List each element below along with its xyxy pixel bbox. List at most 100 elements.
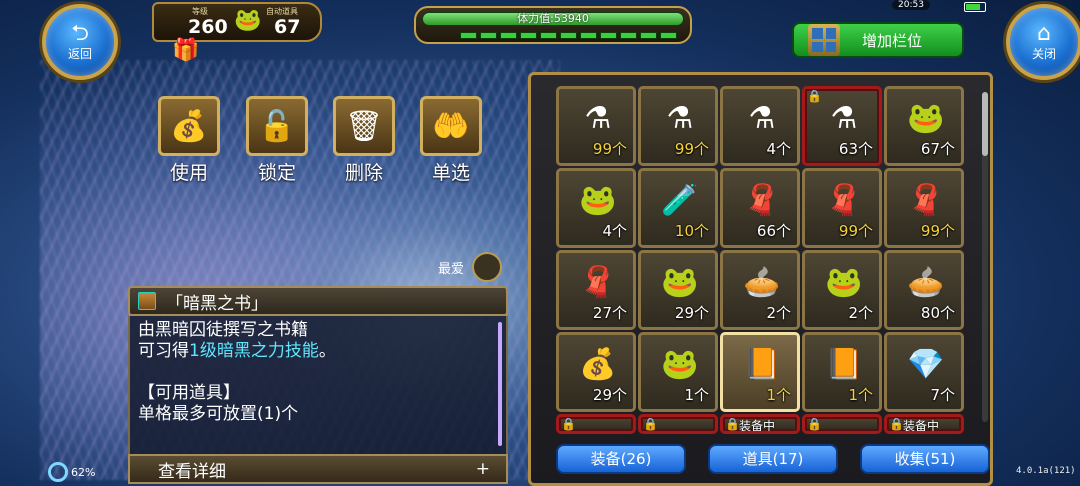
view-details-label: 查看详细: [158, 461, 226, 482]
back-button[interactable]: ⮌ 返回: [42, 4, 118, 80]
yellow-potion-icon: ⚗: [830, 101, 858, 136]
view-details-button[interactable]: 查看详细 +: [128, 454, 508, 484]
lock-icon: 🔒: [725, 417, 740, 431]
inventory-slot[interactable]: 🐸 29个: [638, 250, 718, 330]
tab-collection[interactable]: 收集(51): [860, 444, 990, 474]
stamina-segments: [460, 32, 677, 39]
battery-icon: [964, 2, 986, 12]
blue-crystal-icon: 💎: [907, 347, 945, 382]
inventory-slot[interactable]: 🔒 装备中: [884, 414, 964, 434]
desc-scrollbar[interactable]: [498, 322, 502, 446]
item-count: 7个: [930, 386, 955, 404]
frog-pot-icon: 🐸: [579, 183, 617, 218]
item-count: 29个: [592, 386, 627, 404]
home-icon: ⌂: [1037, 20, 1051, 46]
pouch-icon: 💰: [579, 347, 617, 382]
item-count: 63个: [838, 140, 873, 158]
inventory-slot[interactable]: ⚗ 4个: [720, 86, 800, 166]
inventory-slot[interactable]: 🔒 装备中: [720, 414, 800, 434]
inventory-tabs: 装备(26) 道具(17) 收集(51): [556, 444, 990, 474]
close-button[interactable]: ⌂ 关闭: [1006, 4, 1080, 80]
desc-line-2: 可习得1级暗黑之力技能。: [138, 341, 336, 361]
frog-pot-icon: 🐸: [907, 101, 945, 136]
inventory-slot[interactable]: 🔒: [556, 414, 636, 434]
inventory-slot[interactable]: 📙 1个: [720, 332, 800, 412]
blue-scarf-icon: 🧣: [579, 265, 617, 300]
use-button[interactable]: 💰 使用: [156, 96, 222, 185]
green-flask-icon: 🧪: [661, 183, 699, 218]
inventory-slot[interactable]: 🧣 27个: [556, 250, 636, 330]
inventory-slot[interactable]: ⚗ 99个: [556, 86, 636, 166]
inventory-slot[interactable]: 🧣 99个: [884, 168, 964, 248]
inventory-slot[interactable]: 🧣 99个: [802, 168, 882, 248]
item-count: 27个: [592, 304, 627, 322]
inventory-slot[interactable]: 🥧 2个: [720, 250, 800, 330]
inventory-slot[interactable]: 🔒: [638, 414, 718, 434]
blue-scarf-icon: 🧣: [825, 183, 863, 218]
favorite-toggle[interactable]: [472, 252, 503, 282]
dark-book-icon: 📙: [825, 347, 863, 382]
inventory-slot[interactable]: 📙 1个: [802, 332, 882, 412]
pie-icon: 🥧: [907, 265, 945, 300]
favorite-control[interactable]: 最爱: [438, 252, 503, 282]
add-slot-label: 增加栏位: [862, 31, 923, 50]
loading-ring-icon: [48, 462, 68, 482]
item-count: 99个: [920, 222, 955, 240]
trash-icon: 🗑: [333, 96, 395, 156]
desc-line-1: 由黑暗囚徒撰写之书籍: [138, 320, 308, 340]
delete-label: 删除: [344, 162, 383, 184]
item-count: 1个: [848, 386, 873, 404]
inventory-slot[interactable]: 🧣 66个: [720, 168, 800, 248]
single-select-button[interactable]: 🤲 单选: [418, 96, 484, 185]
item-count: 4个: [766, 140, 791, 158]
inventory-slot[interactable]: 🐸 1个: [638, 332, 718, 412]
item-count: 2个: [848, 304, 873, 322]
hand-select-icon: 🤲: [420, 96, 482, 156]
back-label: 返回: [67, 46, 92, 61]
inventory-slot[interactable]: 🐸 67个: [884, 86, 964, 166]
item-count: 1个: [766, 386, 791, 404]
add-slot-button[interactable]: 增加栏位: [792, 22, 964, 58]
item-count: 99个: [674, 140, 709, 158]
inventory-slot[interactable]: ⚗ 99个: [638, 86, 718, 166]
battery-status: 62%: [48, 462, 95, 482]
item-title-bar: 「暗黑之书」: [128, 286, 508, 316]
item-count: 29个: [674, 304, 709, 322]
tab-items[interactable]: 道具(17): [708, 444, 838, 474]
red-potion-icon: ⚗: [584, 101, 612, 136]
item-count: 2个: [766, 304, 791, 322]
inventory-slot[interactable]: 🧪 10个: [638, 168, 718, 248]
inventory-slot[interactable]: 🐸 2个: [802, 250, 882, 330]
lock-icon: 🔒: [807, 417, 822, 431]
return-arrow-icon: ⮌: [71, 20, 89, 46]
inventory-slot[interactable]: 🥧 80个: [884, 250, 964, 330]
padlock-icon: 🔓: [246, 96, 308, 156]
clock: 20:53: [892, 0, 930, 10]
inventory-slot[interactable]: 🔒 ⚗ 63个: [802, 86, 882, 166]
inventory-slot[interactable]: 🐸 4个: [556, 168, 636, 248]
stamina-bar: 体力值:53940: [422, 12, 684, 26]
inventory-slot[interactable]: 🔒: [802, 414, 882, 434]
delete-button[interactable]: 🗑 删除: [331, 96, 397, 185]
frog-pot-icon: 🐸: [661, 347, 699, 382]
close-label: 关闭: [1031, 46, 1056, 61]
item-count: 66个: [756, 222, 791, 240]
inventory-slot[interactable]: 💎 7个: [884, 332, 964, 412]
tab-equipment[interactable]: 装备(26): [556, 444, 686, 474]
gift-icon[interactable]: 🎁: [172, 38, 202, 66]
battery-percent: 62%: [71, 465, 96, 479]
skill-highlight: 1级暗黑之力技能: [189, 341, 319, 361]
pie-icon: 🥧: [743, 265, 781, 300]
lock-icon: 🔒: [807, 89, 822, 103]
item-count: 99个: [592, 140, 627, 158]
inventory-slot[interactable]: 💰 29个: [556, 332, 636, 412]
book-icon: [138, 292, 156, 310]
desc-section: 【可用道具】: [138, 383, 240, 403]
inventory-scrollbar[interactable]: [982, 92, 988, 422]
blue-scarf-icon: 🧣: [743, 183, 781, 218]
lock-icon: 🔒: [643, 417, 658, 431]
lock-button[interactable]: 🔓 锁定: [244, 96, 310, 185]
version-label: 4.0.1a(121): [1016, 466, 1076, 476]
item-name: 「暗黑之书」: [166, 293, 268, 314]
favorite-label: 最爱: [438, 261, 465, 277]
